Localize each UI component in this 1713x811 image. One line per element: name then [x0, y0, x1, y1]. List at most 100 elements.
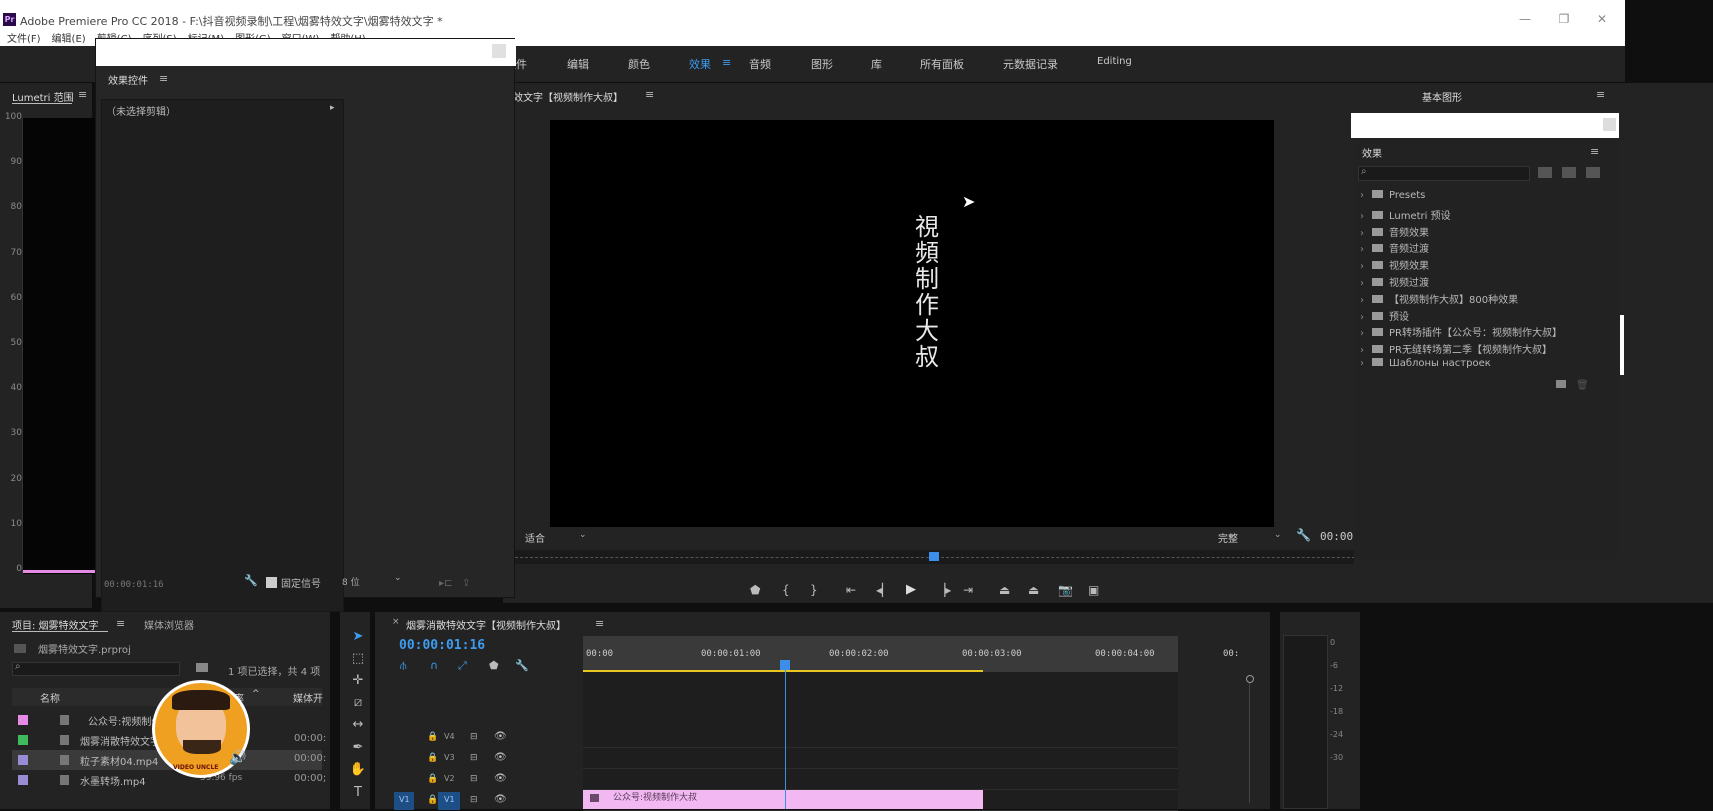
- media-browser-tab[interactable]: 媒体浏览器: [144, 617, 194, 632]
- chevron-right-icon[interactable]: ›: [1360, 278, 1372, 289]
- close-tab-icon[interactable]: ×: [392, 617, 400, 627]
- bit-depth-dropdown[interactable]: 8 位: [342, 575, 360, 588]
- hand-tool-icon[interactable]: ✋: [348, 762, 368, 777]
- effects-search-input[interactable]: [1358, 166, 1530, 181]
- workspace-tab-audio[interactable]: 音频: [749, 56, 771, 72]
- chevron-right-icon[interactable]: ›: [1360, 211, 1372, 222]
- slip-tool-icon[interactable]: ↔: [348, 717, 368, 732]
- type-tool-icon[interactable]: T: [348, 785, 368, 800]
- effects-list-item[interactable]: › 视频过渡: [1360, 274, 1429, 289]
- panel-menu-icon[interactable]: ≡: [159, 72, 168, 85]
- lumetri-tab[interactable]: Lumetri 范围: [12, 89, 74, 104]
- go-to-in-icon[interactable]: ⇤: [846, 583, 856, 597]
- close-icon[interactable]: [1603, 118, 1616, 131]
- vertical-scrollbar[interactable]: [1249, 683, 1250, 803]
- ripple-edit-tool-icon[interactable]: ✛: [348, 673, 368, 688]
- 32bit-effects-icon[interactable]: [1562, 167, 1576, 178]
- panel-menu-icon[interactable]: ≡: [1596, 88, 1605, 101]
- sync-lock-icon[interactable]: ⊟: [470, 732, 478, 742]
- fixed-signal-checkbox[interactable]: [266, 577, 277, 588]
- play-icon[interactable]: ▶: [906, 582, 916, 597]
- panel-menu-icon[interactable]: ≡: [595, 617, 604, 630]
- sync-lock-icon[interactable]: ⊟: [470, 753, 478, 763]
- fit-dropdown[interactable]: 适合: [525, 530, 545, 545]
- restore-icon[interactable]: ❐: [1554, 12, 1574, 28]
- selection-tool-icon[interactable]: ➤: [348, 629, 368, 644]
- nest-icon[interactable]: ⫛: [400, 659, 407, 673]
- extract-icon[interactable]: ⏏: [1028, 583, 1039, 597]
- menu-edit[interactable]: 编辑(E): [52, 30, 86, 45]
- new-folder-icon[interactable]: [1556, 380, 1566, 388]
- timeline-playhead[interactable]: [785, 660, 787, 809]
- sync-lock-icon[interactable]: ⊟: [470, 774, 478, 784]
- step-forward-icon[interactable]: ▕▸: [936, 583, 951, 597]
- track-select-tool-icon[interactable]: ⬚: [348, 651, 368, 666]
- workspace-tab-custom[interactable]: Editing: [1097, 56, 1132, 67]
- effects-list-item[interactable]: › PR无缝转场第二季【视频制作大叔】: [1360, 341, 1552, 356]
- wrench-icon[interactable]: 🔧: [244, 574, 258, 587]
- timeline-playhead-handle[interactable]: [780, 660, 791, 670]
- chevron-right-icon[interactable]: ›: [1360, 358, 1372, 369]
- trash-icon[interactable]: 🗑: [1576, 380, 1589, 391]
- panel-menu-icon[interactable]: ≡: [116, 617, 125, 630]
- quality-dropdown[interactable]: 完整: [1218, 530, 1238, 545]
- effects-list-item[interactable]: › 音频过渡: [1360, 240, 1429, 255]
- lock-icon[interactable]: 🔒: [427, 774, 438, 784]
- yuv-effects-icon[interactable]: [1586, 167, 1600, 178]
- mark-in-icon[interactable]: {: [782, 583, 790, 597]
- lock-icon[interactable]: 🔒: [427, 753, 438, 763]
- workspace-tab-metadata[interactable]: 元数据记录: [1003, 56, 1058, 72]
- chevron-right-icon[interactable]: ›: [1360, 345, 1372, 356]
- lock-icon[interactable]: 🔒: [427, 732, 438, 742]
- chevron-right-icon[interactable]: ›: [1360, 190, 1372, 201]
- effects-list-item[interactable]: › 音频效果: [1360, 224, 1429, 239]
- workspace-tab-libraries[interactable]: 库: [871, 56, 882, 72]
- chevron-right-icon[interactable]: ›: [1360, 312, 1372, 323]
- workspace-tab-editing[interactable]: 编辑: [567, 56, 589, 72]
- workspace-tab-color[interactable]: 颜色: [628, 56, 650, 72]
- effects-list-item[interactable]: › 【视频制作大叔】800种效果: [1360, 291, 1518, 306]
- project-tab[interactable]: 项目: 烟雾特效文字: [12, 617, 99, 632]
- lock-icon[interactable]: 🔒: [427, 795, 438, 805]
- expand-icon[interactable]: ▸: [330, 103, 335, 113]
- effects-list-item[interactable]: › Presets: [1360, 190, 1425, 201]
- close-icon[interactable]: [492, 44, 506, 58]
- panel-menu-icon[interactable]: ≡: [78, 88, 87, 101]
- effect-controls-tab[interactable]: 效果控件: [108, 72, 148, 87]
- go-to-out-icon[interactable]: ⇥: [963, 583, 973, 597]
- workspace-tab-all-panels[interactable]: 所有面板: [920, 56, 964, 72]
- eye-icon[interactable]: 👁: [494, 752, 507, 763]
- lift-icon[interactable]: ⏏: [999, 583, 1010, 597]
- zoom-handle[interactable]: [1246, 675, 1254, 683]
- timeline-clip[interactable]: 公众号:视频制作大叔: [583, 790, 983, 809]
- wrench-icon[interactable]: 🔧: [1296, 528, 1311, 542]
- chevron-right-icon[interactable]: ›: [1360, 261, 1372, 272]
- chevron-right-icon[interactable]: ›: [1360, 295, 1372, 306]
- pen-tool-icon[interactable]: ✒: [348, 740, 368, 755]
- step-back-icon[interactable]: ◂▏: [876, 583, 891, 597]
- effects-list-item[interactable]: › 视频效果: [1360, 257, 1429, 272]
- eye-icon[interactable]: 👁: [494, 731, 507, 742]
- effects-list-item[interactable]: › Lumetri 预设: [1360, 207, 1451, 222]
- chevron-right-icon[interactable]: ›: [1360, 228, 1372, 239]
- eye-icon[interactable]: 👁: [494, 794, 507, 805]
- minimize-icon[interactable]: —: [1515, 12, 1535, 28]
- mark-out-icon[interactable]: }: [810, 583, 818, 597]
- new-bin-icon[interactable]: [196, 663, 208, 672]
- add-marker-icon[interactable]: ⬟: [489, 659, 499, 672]
- media-start-column-header[interactable]: 媒体开: [293, 690, 323, 705]
- export-frame-icon[interactable]: 📷: [1058, 583, 1073, 597]
- label-color-swatch[interactable]: [18, 715, 28, 725]
- linked-selection-icon[interactable]: ⤢: [458, 659, 467, 673]
- export-icon[interactable]: ⇪: [462, 578, 470, 589]
- project-search-input[interactable]: [12, 662, 180, 676]
- program-playhead[interactable]: [928, 552, 939, 561]
- workspace-menu-icon[interactable]: ≡: [722, 56, 731, 69]
- workspace-tab-graphics[interactable]: 图形: [811, 56, 833, 72]
- workspace-tab-effects[interactable]: 效果: [689, 56, 711, 72]
- timeline-tab[interactable]: 烟雾消散特效文字【视频制作大叔】: [406, 617, 566, 632]
- basic-graphics-tab[interactable]: 基本图形: [1422, 89, 1462, 104]
- label-color-swatch[interactable]: [18, 755, 28, 765]
- scrollbar[interactable]: [1620, 315, 1624, 375]
- chevron-right-icon[interactable]: ›: [1360, 328, 1372, 339]
